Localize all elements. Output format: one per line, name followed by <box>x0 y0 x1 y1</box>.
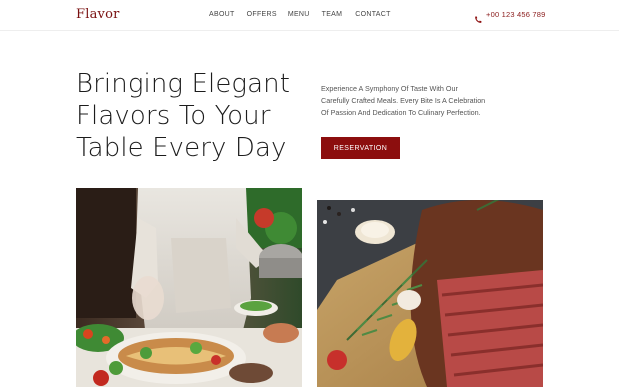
hero-title-line: Bringing Elegant <box>76 69 291 99</box>
steak-image <box>317 200 543 387</box>
hero-title: Bringing Elegant Flavors To Your Table E… <box>76 68 316 164</box>
hero-description-line: Carefully Crafted Meals. Every Bite Is A… <box>321 96 486 105</box>
reservation-button[interactable]: RESERVATION <box>321 137 400 159</box>
nav-offers[interactable]: OFFERS <box>247 11 277 18</box>
nav-menu[interactable]: MENU <box>288 11 310 18</box>
nav-team[interactable]: TEAM <box>322 11 343 18</box>
hero-description-line: Of Passion And Dedication To Culinary Pe… <box>321 108 481 117</box>
site-header: Flavor ABOUT OFFERS MENU TEAM CONTACT +0… <box>0 0 619 31</box>
nav-contact[interactable]: CONTACT <box>355 11 390 18</box>
phone-icon <box>474 11 482 23</box>
hero-title-line: Flavors To Your <box>76 101 271 131</box>
chef-plating-image <box>76 188 302 387</box>
phone-contact[interactable]: +00 123 456 789 <box>474 10 546 23</box>
hero-description: Experience A Symphony Of Taste With Our … <box>321 83 551 119</box>
logo[interactable]: Flavor <box>76 7 120 22</box>
main-nav: ABOUT OFFERS MENU TEAM CONTACT <box>209 11 391 18</box>
hero-title-line: Table Every Day <box>76 133 287 163</box>
phone-number: +00 123 456 789 <box>486 10 546 19</box>
hero-description-line: Experience A Symphony Of Taste With Our <box>321 84 458 93</box>
nav-about[interactable]: ABOUT <box>209 11 235 18</box>
